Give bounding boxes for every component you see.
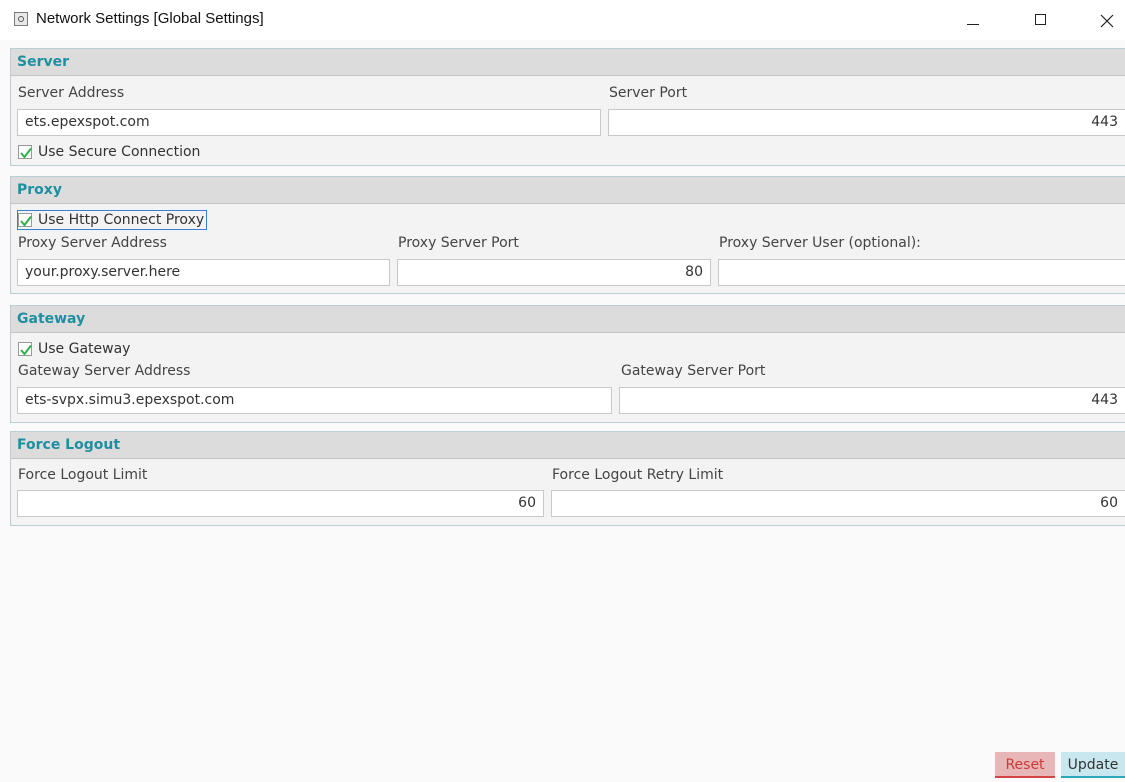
server-port-label: Server Port [609,85,688,101]
proxy-section: Proxy Use Http Connect Proxy Proxy Serve… [10,176,1125,294]
server-port-input[interactable]: 443 [608,109,1125,136]
reset-button[interactable]: Reset [995,752,1055,778]
gateway-section: Gateway Use Gateway Gateway Server Addre… [10,305,1125,423]
force-logout-retry-label: Force Logout Retry Limit [552,467,724,483]
server-address-label: Server Address [18,85,125,101]
force-logout-limit-input[interactable]: 60 [17,490,544,517]
server-heading: Server [11,49,1125,76]
http-proxy-checkbox[interactable]: Use Http Connect Proxy [16,210,208,230]
force-logout-limit-label: Force Logout Limit [18,467,148,483]
use-gateway-label: Use Gateway [38,341,131,357]
title-bar: Network Settings [Global Settings] [0,0,1125,40]
checkbox-box [18,342,32,356]
force-logout-section: Force Logout Force Logout Limit Force Lo… [10,431,1125,526]
window-title: Network Settings [Global Settings] [36,10,264,27]
minimize-button[interactable] [950,4,996,36]
secure-connection-label: Use Secure Connection [38,144,201,160]
force-logout-heading: Force Logout [11,432,1125,459]
proxy-address-input[interactable]: your.proxy.server.here [17,259,390,286]
force-logout-retry-input[interactable]: 60 [551,490,1125,517]
gateway-address-label: Gateway Server Address [18,363,191,379]
close-button[interactable] [1084,4,1125,36]
proxy-port-input[interactable]: 80 [397,259,711,286]
secure-connection-checkbox[interactable]: Use Secure Connection [18,143,200,161]
proxy-user-label: Proxy Server User (optional): [719,235,921,251]
proxy-heading: Proxy [11,177,1125,204]
proxy-address-label: Proxy Server Address [18,235,167,251]
checkbox-box [18,213,32,227]
maximize-button[interactable] [1018,4,1064,36]
gateway-address-input[interactable]: ets-svpx.simu3.epexspot.com [17,387,612,414]
update-button[interactable]: Update [1061,752,1125,778]
server-address-input[interactable]: ets.epexspot.com [17,109,601,136]
gateway-heading: Gateway [11,306,1125,333]
checkmark-icon [20,215,32,227]
app-icon [14,12,28,26]
server-section: Server Server Address Server Port ets.ep… [10,48,1125,166]
proxy-user-input[interactable] [718,259,1125,286]
gateway-port-input[interactable]: 443 [619,387,1125,414]
checkbox-box [18,145,32,159]
close-icon [1100,14,1114,28]
gateway-port-label: Gateway Server Port [621,363,766,379]
http-proxy-label: Use Http Connect Proxy [38,212,205,228]
use-gateway-checkbox[interactable]: Use Gateway [18,340,130,358]
checkmark-icon [20,147,32,159]
checkmark-icon [20,344,32,356]
proxy-port-label: Proxy Server Port [398,235,519,251]
